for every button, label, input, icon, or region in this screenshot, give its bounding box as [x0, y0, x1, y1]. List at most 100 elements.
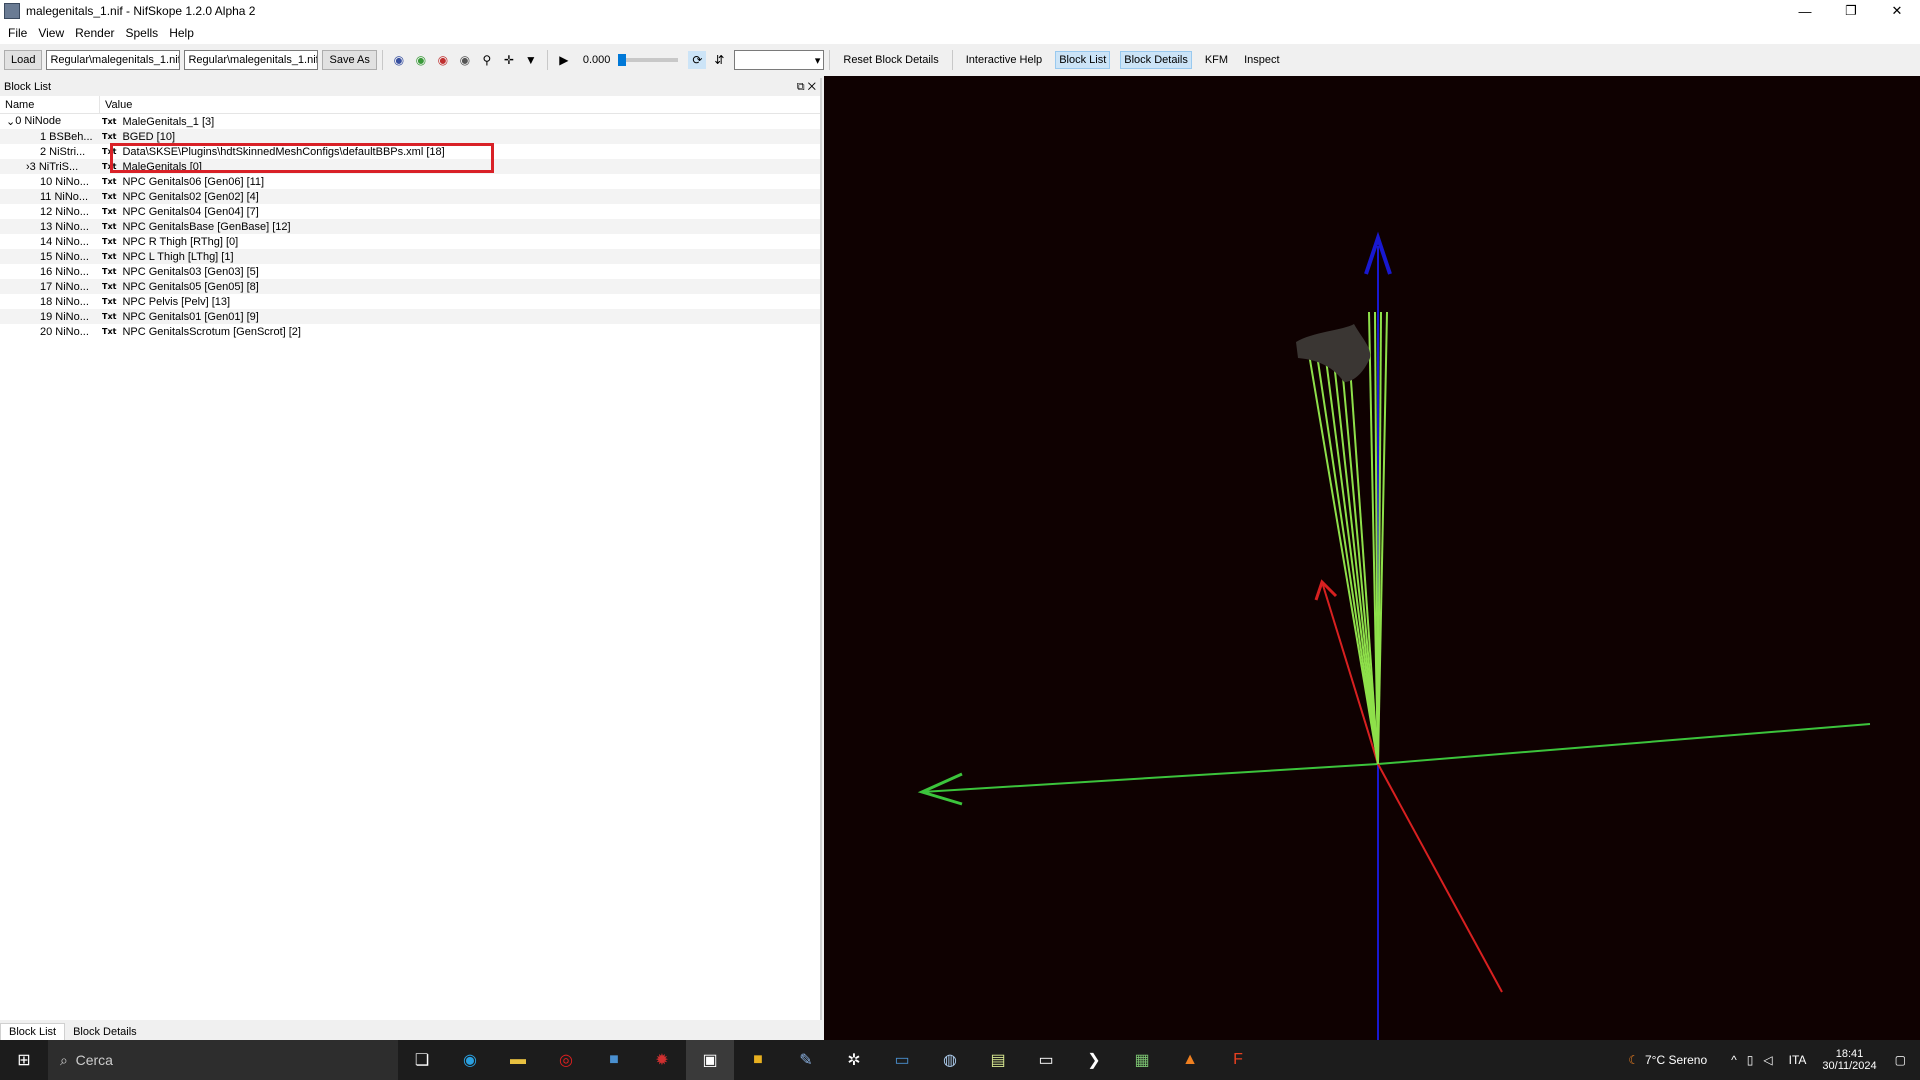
view-free-icon[interactable]: ◉	[456, 51, 474, 69]
txt-badge: Txt	[102, 207, 117, 216]
tab-block-details[interactable]: Block Details	[65, 1024, 145, 1040]
table-row[interactable]: ⌄ 0 NiNode Txt MaleGenitals_1 [3]	[0, 114, 820, 129]
terminal-icon[interactable]: ▭	[1022, 1040, 1070, 1080]
app-icon-window[interactable]: ▭	[878, 1040, 926, 1080]
save-as-button[interactable]: Save As	[322, 50, 377, 70]
table-row[interactable]: 15 NiNo... Txt NPC L Thigh [LThg] [1]	[0, 249, 820, 264]
notification-icon[interactable]: ▢	[1895, 1053, 1906, 1067]
row-name: 12 NiNo...	[0, 206, 100, 218]
block-list-panel: Block List ⧉ ✕ Name Value ⌄ 0 NiNode Txt M…	[0, 78, 822, 1040]
row-name-text: 2 NiStri...	[40, 145, 86, 158]
table-row[interactable]: 12 NiNo... Txt NPC Genitals04 [Gen04] [7]	[0, 204, 820, 219]
switch-icon[interactable]: ⇵	[710, 51, 728, 69]
close-icon[interactable]: ✕	[1874, 0, 1920, 22]
nifskope-icon[interactable]: ▣	[686, 1040, 734, 1080]
weather-icon[interactable]: ☾	[1628, 1053, 1639, 1067]
tab-block-list[interactable]: Block List	[0, 1023, 66, 1040]
column-value[interactable]: Value	[100, 99, 132, 111]
table-row[interactable]: 14 NiNo... Txt NPC R Thigh [RThg] [0]	[0, 234, 820, 249]
row-name-text: 3 NiTriS...	[29, 160, 79, 173]
toolbar: Load Regular\malegenitals_1.nif Regular\…	[0, 46, 1920, 74]
column-name[interactable]: Name	[0, 96, 100, 113]
table-row[interactable]: 11 NiNo... Txt NPC Genitals02 [Gen02] [4]	[0, 189, 820, 204]
clock[interactable]: 18:41 30/11/2024	[1822, 1048, 1876, 1072]
row-value-text: MaleGenitals_1 [3]	[122, 115, 215, 128]
table-row[interactable]: 13 NiNo... Txt NPC GenitalsBase [GenBase] …	[0, 219, 820, 234]
row-name-text: 17 NiNo...	[40, 280, 89, 293]
notes-icon[interactable]: ▤	[974, 1040, 1022, 1080]
pen-icon[interactable]: ✎	[782, 1040, 830, 1080]
inspect-toggle[interactable]: Inspect	[1241, 52, 1282, 68]
spreadsheet-icon[interactable]: ▦	[1118, 1040, 1166, 1080]
app-icon-gear[interactable]: ✲	[830, 1040, 878, 1080]
txt-badge: Txt	[102, 237, 117, 246]
row-value-text: NPC R Thigh [RThg] [0]	[122, 235, 239, 248]
menu-view[interactable]: View	[38, 26, 64, 40]
search-label: Cerca	[75, 1052, 113, 1068]
row-name-text: 18 NiNo...	[40, 295, 89, 308]
load-path-input[interactable]: Regular\malegenitals_1.nif	[46, 50, 181, 70]
menu-spells[interactable]: Spells	[126, 26, 159, 40]
row-value-text: NPC Genitals05 [Gen05] [8]	[122, 280, 259, 293]
app-icon-red[interactable]: ✹	[638, 1040, 686, 1080]
menu-file[interactable]: File	[8, 26, 27, 40]
table-row[interactable]: 20 NiNo... Txt NPC GenitalsScrotum [GenScr…	[0, 324, 820, 339]
network-icon[interactable]: ▯	[1747, 1053, 1754, 1067]
task-view-icon[interactable]: ❏	[398, 1040, 446, 1080]
block-list-toggle[interactable]: Block List	[1055, 51, 1111, 69]
txt-badge: Txt	[102, 312, 117, 321]
table-row[interactable]: 10 NiNo... Txt NPC Genitals06 [Gen06] [11]	[0, 174, 820, 189]
time-slider-handle[interactable]	[618, 54, 627, 66]
paint-icon[interactable]: ◍	[926, 1040, 974, 1080]
chevron-up-icon[interactable]: ^	[1731, 1053, 1737, 1067]
separator	[381, 50, 383, 70]
row-name: › 3 NiTriS...	[26, 160, 79, 173]
kfm-toggle[interactable]: KFM	[1202, 52, 1231, 68]
table-row[interactable]: 1 BSBeh... Txt BGED [10]	[0, 129, 820, 144]
dropdown-icon[interactable]: ▼	[522, 51, 540, 69]
restore-icon[interactable]: ❐	[1828, 0, 1874, 22]
table-row[interactable]: 16 NiNo... Txt NPC Genitals03 [Gen03] [5]	[0, 264, 820, 279]
view-flight-icon[interactable]: ◉	[412, 51, 430, 69]
opera-icon[interactable]: ◎	[542, 1040, 590, 1080]
loop-icon[interactable]: ⟳	[688, 51, 707, 69]
language-indicator[interactable]: ITA	[1789, 1053, 1807, 1067]
load-button[interactable]: Load	[4, 50, 43, 70]
table-row[interactable]: 18 NiNo... Txt NPC Pelvis [Pelv] [13]	[0, 294, 820, 309]
menu-help[interactable]: Help	[169, 26, 194, 40]
clock-date: 30/11/2024	[1822, 1060, 1877, 1072]
table-row[interactable]: 17 NiNo... Txt NPC Genitals05 [Gen05] [8]	[0, 279, 820, 294]
app-icon-blue[interactable]: ■	[590, 1040, 638, 1080]
view-user-icon[interactable]: ◉	[434, 51, 452, 69]
row-name-text: 15 NiNo...	[40, 250, 89, 263]
interactive-help-button[interactable]: Interactive Help	[963, 52, 1045, 68]
app-icon-arrow[interactable]: ❯	[1070, 1040, 1118, 1080]
view-walk-icon[interactable]: ◉	[390, 51, 408, 69]
play-icon[interactable]: ▶	[555, 51, 573, 69]
start-icon[interactable]: ⊞	[0, 1040, 48, 1080]
table-row[interactable]: 19 NiNo... Txt NPC Genitals01 [Gen01] [9]	[0, 309, 820, 324]
reset-block-details-button[interactable]: Reset Block Details	[840, 52, 941, 68]
taskbar: ⊞ ⌕ Cerca ❏ ◉ ▬ ◎ ■ ✹ ▣ ■ ✎ ✲ ▭ ◍ ▤ ▭ ❯ …	[0, 1040, 1920, 1080]
volume-icon[interactable]: ◁	[1763, 1053, 1772, 1067]
animation-select[interactable]: ▾	[734, 50, 825, 70]
menu-render[interactable]: Render	[75, 26, 114, 40]
txt-badge: Txt	[102, 222, 117, 231]
row-name: 17 NiNo...	[0, 281, 100, 293]
render-viewport[interactable]	[824, 76, 1920, 1040]
close-panel-icon[interactable]: ✕	[808, 81, 816, 93]
save-path-input[interactable]: Regular\malegenitals_1.nif	[184, 50, 319, 70]
search-box[interactable]: ⌕ Cerca	[48, 1040, 398, 1080]
block-details-toggle[interactable]: Block Details	[1120, 51, 1192, 69]
float-icon[interactable]: ⧉	[797, 81, 805, 93]
app-icon-yellow[interactable]: ■	[734, 1040, 782, 1080]
explorer-icon[interactable]: ▬	[494, 1040, 542, 1080]
weather-text[interactable]: 7°C Sereno	[1645, 1053, 1707, 1067]
axis-icon[interactable]: ✛	[500, 51, 518, 69]
minimize-icon[interactable]: —	[1782, 0, 1828, 22]
app-icon-f[interactable]: F	[1214, 1040, 1262, 1080]
edge-icon[interactable]: ◉	[446, 1040, 494, 1080]
time-slider[interactable]	[618, 54, 679, 66]
pin-icon[interactable]: ⚲	[478, 51, 496, 69]
vlc-icon[interactable]: ▲	[1166, 1040, 1214, 1080]
